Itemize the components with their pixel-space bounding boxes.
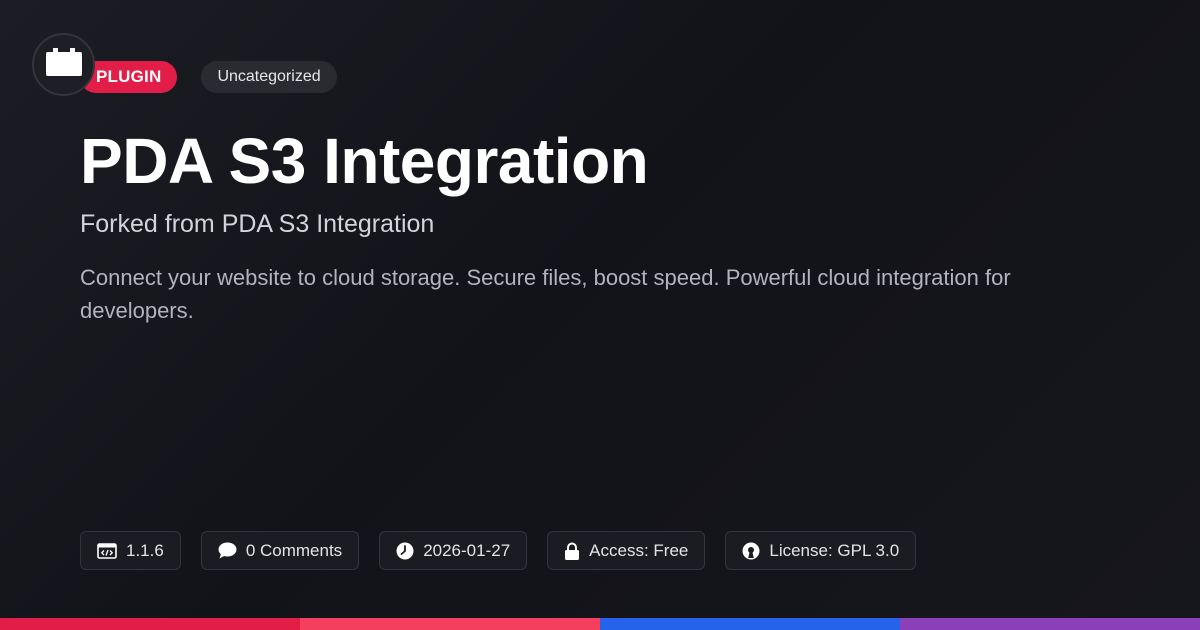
color-bar-2 bbox=[300, 618, 600, 630]
open-source-icon bbox=[742, 542, 760, 560]
color-bar-3 bbox=[600, 618, 900, 630]
meta-row: 1.1.6 0 Comments 2026-01-27 Access: Free bbox=[80, 531, 917, 570]
lock-icon bbox=[564, 542, 580, 560]
license-text: License: GPL 3.0 bbox=[769, 540, 900, 560]
comments-text: 0 Comments bbox=[245, 540, 343, 560]
color-bar-1 bbox=[0, 618, 300, 630]
clock-icon bbox=[396, 542, 414, 560]
color-bar-4 bbox=[900, 618, 1200, 630]
version-chip: 1.1.6 bbox=[80, 531, 181, 570]
access-chip: Access: Free bbox=[547, 531, 706, 570]
access-text: Access: Free bbox=[589, 540, 689, 560]
license-chip: License: GPL 3.0 bbox=[725, 531, 917, 570]
badge-row: PLUGIN Uncategorized bbox=[80, 61, 337, 93]
category-badge[interactable]: Uncategorized bbox=[201, 61, 337, 93]
comment-icon bbox=[218, 542, 237, 559]
page-title: PDA S3 Integration bbox=[80, 125, 649, 197]
site-logo[interactable] bbox=[32, 33, 95, 96]
version-text: 1.1.6 bbox=[126, 540, 164, 560]
color-bar-strip bbox=[0, 618, 1200, 630]
page-subtitle: Forked from PDA S3 Integration bbox=[80, 210, 435, 238]
code-window-icon bbox=[97, 542, 117, 559]
comments-chip[interactable]: 0 Comments bbox=[200, 531, 360, 570]
date-text: 2026-01-27 bbox=[423, 540, 511, 560]
date-chip: 2026-01-27 bbox=[379, 531, 528, 570]
page-description: Connect your website to cloud storage. S… bbox=[80, 265, 1011, 323]
plugin-box-icon bbox=[45, 48, 82, 81]
